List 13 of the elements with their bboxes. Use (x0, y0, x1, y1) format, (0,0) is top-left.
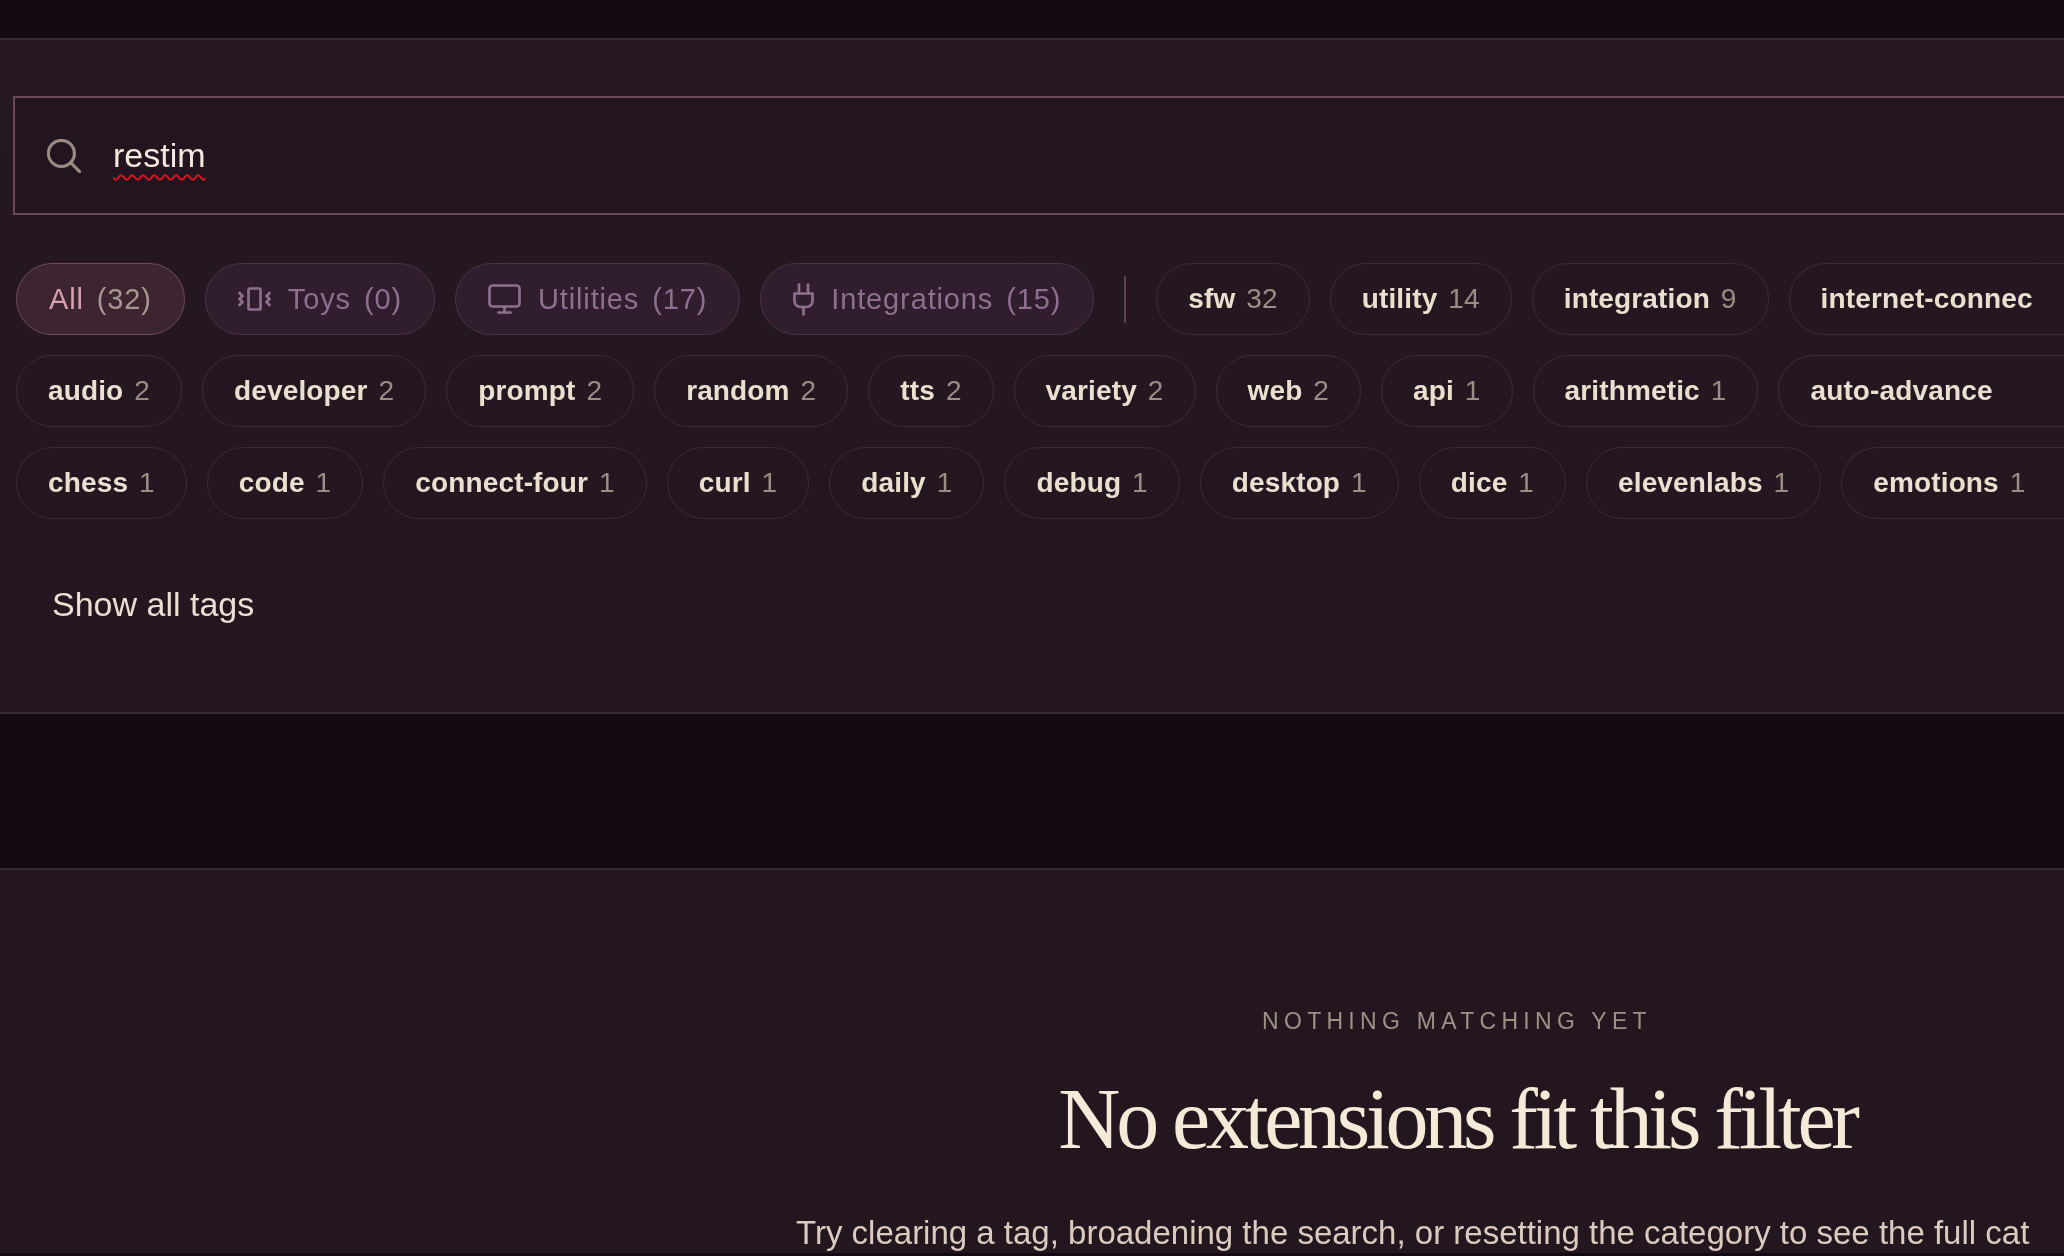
category-filter[interactable]: Toys (0) (204, 263, 435, 335)
category-filter[interactable]: Integrations (15) (760, 263, 1095, 335)
empty-state-message: Try clearing a tag, broadening the search, or resetting the category to see the full cat (796, 1213, 2030, 1253)
show-all-tags-link[interactable]: Show all tags (16, 571, 291, 638)
search-field[interactable]: restim (13, 96, 2064, 215)
search-icon (47, 138, 81, 173)
plug-icon (793, 282, 815, 316)
empty-state-title: No extensions fit this filter (1058, 1072, 1856, 1167)
category-filter[interactable]: Utilities (17) (454, 263, 741, 335)
category-filter[interactable]: All (32) (16, 263, 185, 335)
empty-state-eyebrow: NOTHING MATCHING YET (1262, 1007, 1652, 1035)
vibrating-phone-icon (237, 287, 271, 311)
monitor-icon (487, 284, 521, 314)
